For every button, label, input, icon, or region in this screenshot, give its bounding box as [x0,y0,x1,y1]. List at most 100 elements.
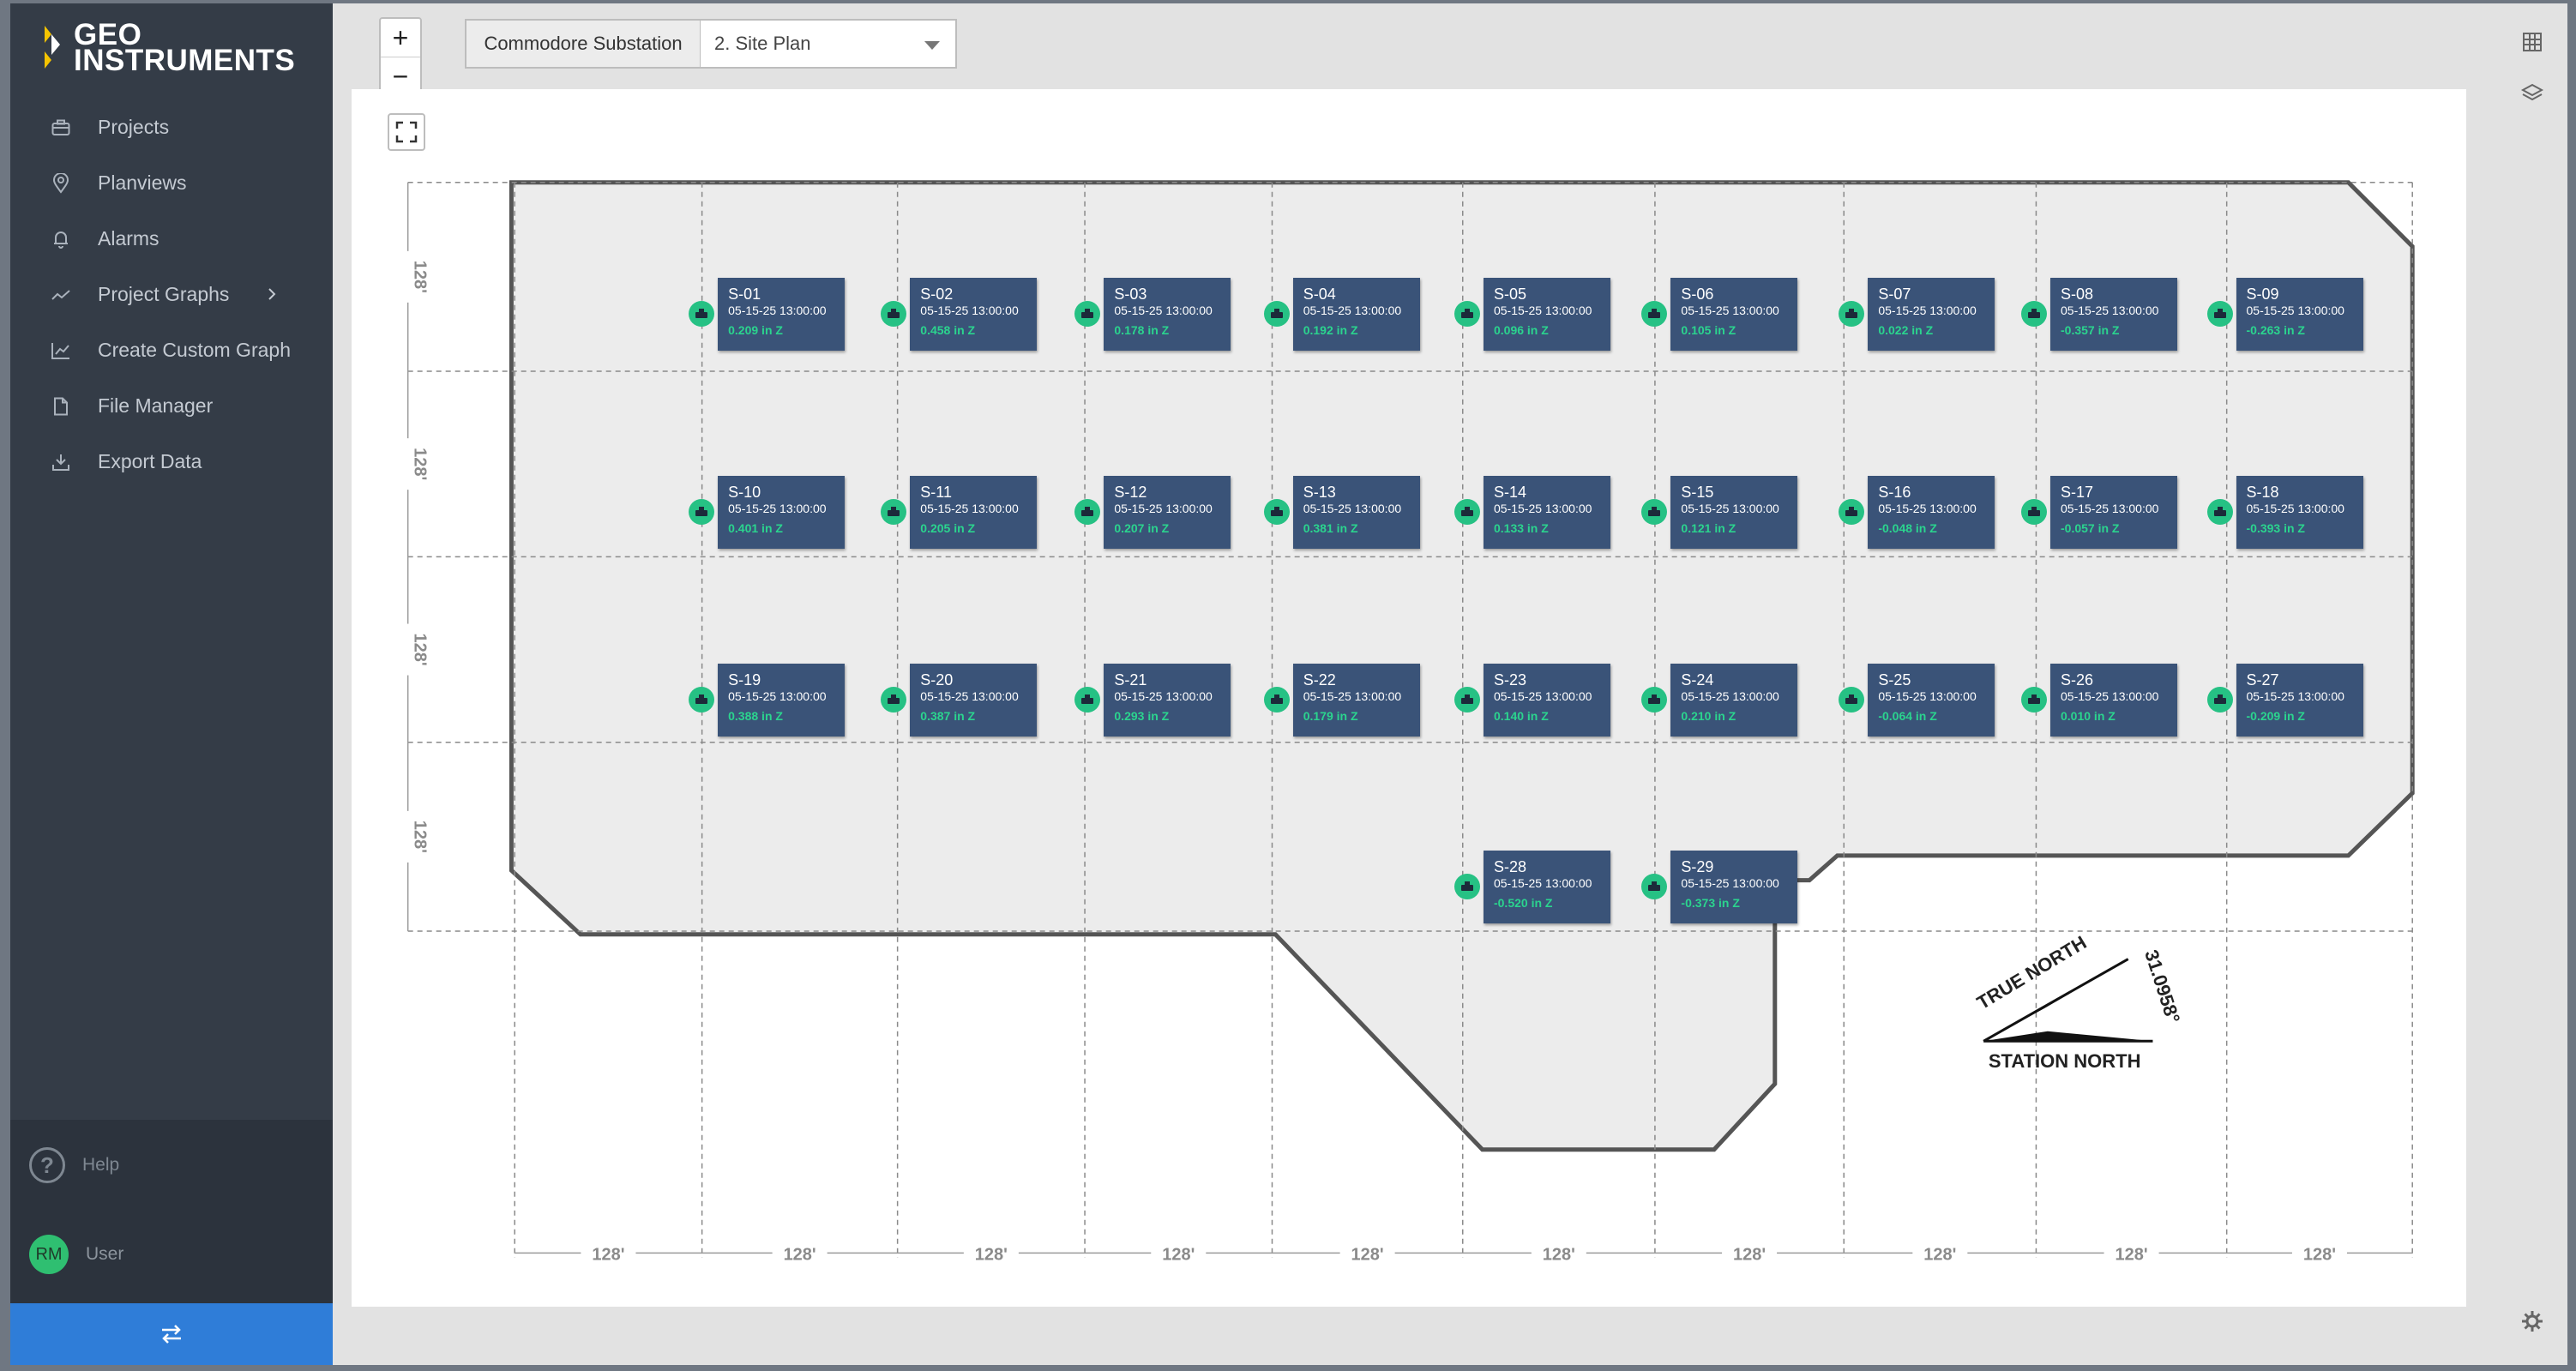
tiltmeter-icon[interactable] [689,300,715,327]
sensor-value: 0.178 in Z [1114,322,1170,337]
app-window: GEO INSTRUMENTS Projects Planviews Alarm… [10,3,2567,1365]
tiltmeter-icon[interactable] [881,300,907,327]
north-arrow: TRUE NORTH STATION NORTH 31.0958° [1973,931,2184,1071]
sensor-name: S-04 [1303,285,1336,303]
sensor-value: 0.121 in Z [1681,521,1736,536]
sensor-card[interactable]: S-04 05-15-25 13:00:00 0.192 in Z [1292,277,1420,351]
sensor-card[interactable]: S-22 05-15-25 13:00:00 0.179 in Z [1292,663,1420,737]
tiltmeter-icon[interactable] [2206,686,2233,713]
sensor-card[interactable]: S-14 05-15-25 13:00:00 0.133 in Z [1483,476,1610,550]
sensor-timestamp: 05-15-25 13:00:00 [2246,502,2344,516]
tiltmeter-icon[interactable] [1641,686,1668,713]
sensor-card[interactable]: S-02 05-15-25 13:00:00 0.458 in Z [910,277,1038,351]
help-link[interactable]: ? Help [29,1147,119,1183]
sensor-card[interactable]: S-25 05-15-25 13:00:00 -0.064 in Z [1868,663,1995,737]
sensor-value: -0.057 in Z [2061,521,2120,536]
logo-mark-icon [45,26,60,69]
tiltmeter-icon[interactable] [1454,300,1480,327]
sensor-card[interactable]: S-19 05-15-25 13:00:00 0.388 in Z [718,663,846,737]
tiltmeter-icon[interactable] [1074,300,1101,327]
tiltmeter-icon[interactable] [1454,873,1480,899]
sensor-card[interactable]: S-13 05-15-25 13:00:00 0.381 in Z [1292,476,1420,550]
chevron-right-icon[interactable] [259,281,285,307]
tiltmeter-icon[interactable] [1839,300,1865,327]
user-label: User [86,1244,124,1264]
sensor-value: 0.401 in Z [728,521,783,536]
sensor-card[interactable]: S-26 05-15-25 13:00:00 0.010 in Z [2050,663,2177,737]
sensor-card[interactable]: S-08 05-15-25 13:00:00 -0.357 in Z [2050,277,2177,351]
sensor-card[interactable]: S-03 05-15-25 13:00:00 0.178 in Z [1104,277,1231,351]
avatar: RM [29,1235,69,1274]
zoom-in-button[interactable]: + [381,19,420,57]
tiltmeter-icon[interactable] [1263,499,1290,526]
swap-arrows-icon [162,1325,181,1344]
tiltmeter-icon[interactable] [1263,300,1290,327]
sensor-card[interactable]: S-12 05-15-25 13:00:00 0.207 in Z [1104,476,1231,550]
sidebar-item-project-graphs[interactable]: Project Graphs [10,267,333,322]
user-menu[interactable]: RM User [29,1235,123,1274]
sensor-card[interactable]: S-23 05-15-25 13:00:00 0.140 in Z [1483,663,1610,737]
sensor-card[interactable]: S-27 05-15-25 13:00:00 -0.209 in Z [2236,663,2363,737]
layers-icon[interactable] [2519,81,2545,106]
sensor-timestamp: 05-15-25 13:00:00 [1114,303,1213,317]
tiltmeter-icon[interactable] [2021,300,2047,327]
sidebar-item-projects[interactable]: Projects [10,99,333,155]
sensor-card[interactable]: S-18 05-15-25 13:00:00 -0.393 in Z [2236,476,2363,550]
fullscreen-button[interactable] [388,113,425,151]
sensor-timestamp: 05-15-25 13:00:00 [1493,875,1592,890]
sidebar-item-label: File Manager [98,394,214,417]
tiltmeter-icon[interactable] [881,686,907,713]
sensor-card[interactable]: S-11 05-15-25 13:00:00 0.205 in Z [910,476,1038,550]
sensor-card[interactable]: S-15 05-15-25 13:00:00 0.121 in Z [1670,476,1798,550]
grid-table-icon[interactable] [2519,29,2545,55]
sensor-card[interactable]: S-17 05-15-25 13:00:00 -0.057 in Z [2050,476,2177,550]
tiltmeter-icon[interactable] [1454,686,1480,713]
sensor-value: -0.064 in Z [1878,708,1937,723]
sidebar-item-label: Export Data [98,450,202,472]
sensor-card[interactable]: S-28 05-15-25 13:00:00 -0.520 in Z [1483,850,1610,923]
sidebar-item-alarms[interactable]: Alarms [10,211,333,267]
sensor-name: S-01 [728,285,761,303]
sensor-timestamp: 05-15-25 13:00:00 [1681,303,1779,317]
tiltmeter-icon[interactable] [1074,686,1101,713]
sidebar-item-file-manager[interactable]: File Manager [10,378,333,434]
tiltmeter-icon[interactable] [1263,686,1290,713]
declination-angle-label: 31.0958° [2140,947,2184,1026]
sensor-card[interactable]: S-07 05-15-25 13:00:00 0.022 in Z [1868,277,1995,351]
sidebar-item-create-custom-graph[interactable]: Create Custom Graph [10,322,333,378]
sensor-name: S-24 [1681,670,1714,689]
sensor-timestamp: 05-15-25 13:00:00 [1878,502,1977,516]
sensor-timestamp: 05-15-25 13:00:00 [2061,303,2159,317]
sensor-card[interactable]: S-29 05-15-25 13:00:00 -0.373 in Z [1670,850,1798,923]
sensor-card[interactable]: S-05 05-15-25 13:00:00 0.096 in Z [1483,277,1610,351]
sensor-timestamp: 05-15-25 13:00:00 [1681,875,1779,890]
sensor-card[interactable]: S-21 05-15-25 13:00:00 0.293 in Z [1104,663,1231,737]
sensor-value: 0.381 in Z [1303,521,1358,536]
tiltmeter-icon[interactable] [2206,300,2233,327]
tiltmeter-icon[interactable] [689,686,715,713]
tiltmeter-icon[interactable] [2021,686,2047,713]
sensor-card[interactable]: S-09 05-15-25 13:00:00 -0.263 in Z [2236,277,2363,351]
tiltmeter-icon[interactable] [1839,686,1865,713]
sidebar-item-planviews[interactable]: Planviews [10,155,333,211]
sidebar-item-export-data[interactable]: Export Data [10,434,333,490]
sensor-card[interactable]: S-16 05-15-25 13:00:00 -0.048 in Z [1868,476,1995,550]
tiltmeter-icon[interactable] [1641,300,1668,327]
sensor-name: S-21 [1114,670,1147,689]
sensor-card[interactable]: S-06 05-15-25 13:00:00 0.105 in Z [1670,277,1798,351]
sensor-card[interactable]: S-01 05-15-25 13:00:00 0.209 in Z [718,277,846,351]
gear-icon[interactable] [2519,1308,2545,1334]
sensor-card[interactable]: S-20 05-15-25 13:00:00 0.387 in Z [910,663,1038,737]
sensor-timestamp: 05-15-25 13:00:00 [2061,689,2159,703]
sensor-name: S-14 [1493,484,1527,502]
sensor-value: 0.293 in Z [1114,708,1170,723]
sensor-name: S-19 [728,670,761,689]
tiltmeter-icon[interactable] [2206,499,2233,526]
plan-dropdown[interactable]: 2. Site Plan [701,21,955,67]
sidebar-item-label: Alarms [98,227,159,250]
sensor-timestamp: 05-15-25 13:00:00 [2246,689,2344,703]
switch-button[interactable] [10,1303,333,1365]
sensor-card[interactable]: S-10 05-15-25 13:00:00 0.401 in Z [718,476,846,550]
caret-down-icon [924,41,940,50]
sensor-card[interactable]: S-24 05-15-25 13:00:00 0.210 in Z [1670,663,1798,737]
